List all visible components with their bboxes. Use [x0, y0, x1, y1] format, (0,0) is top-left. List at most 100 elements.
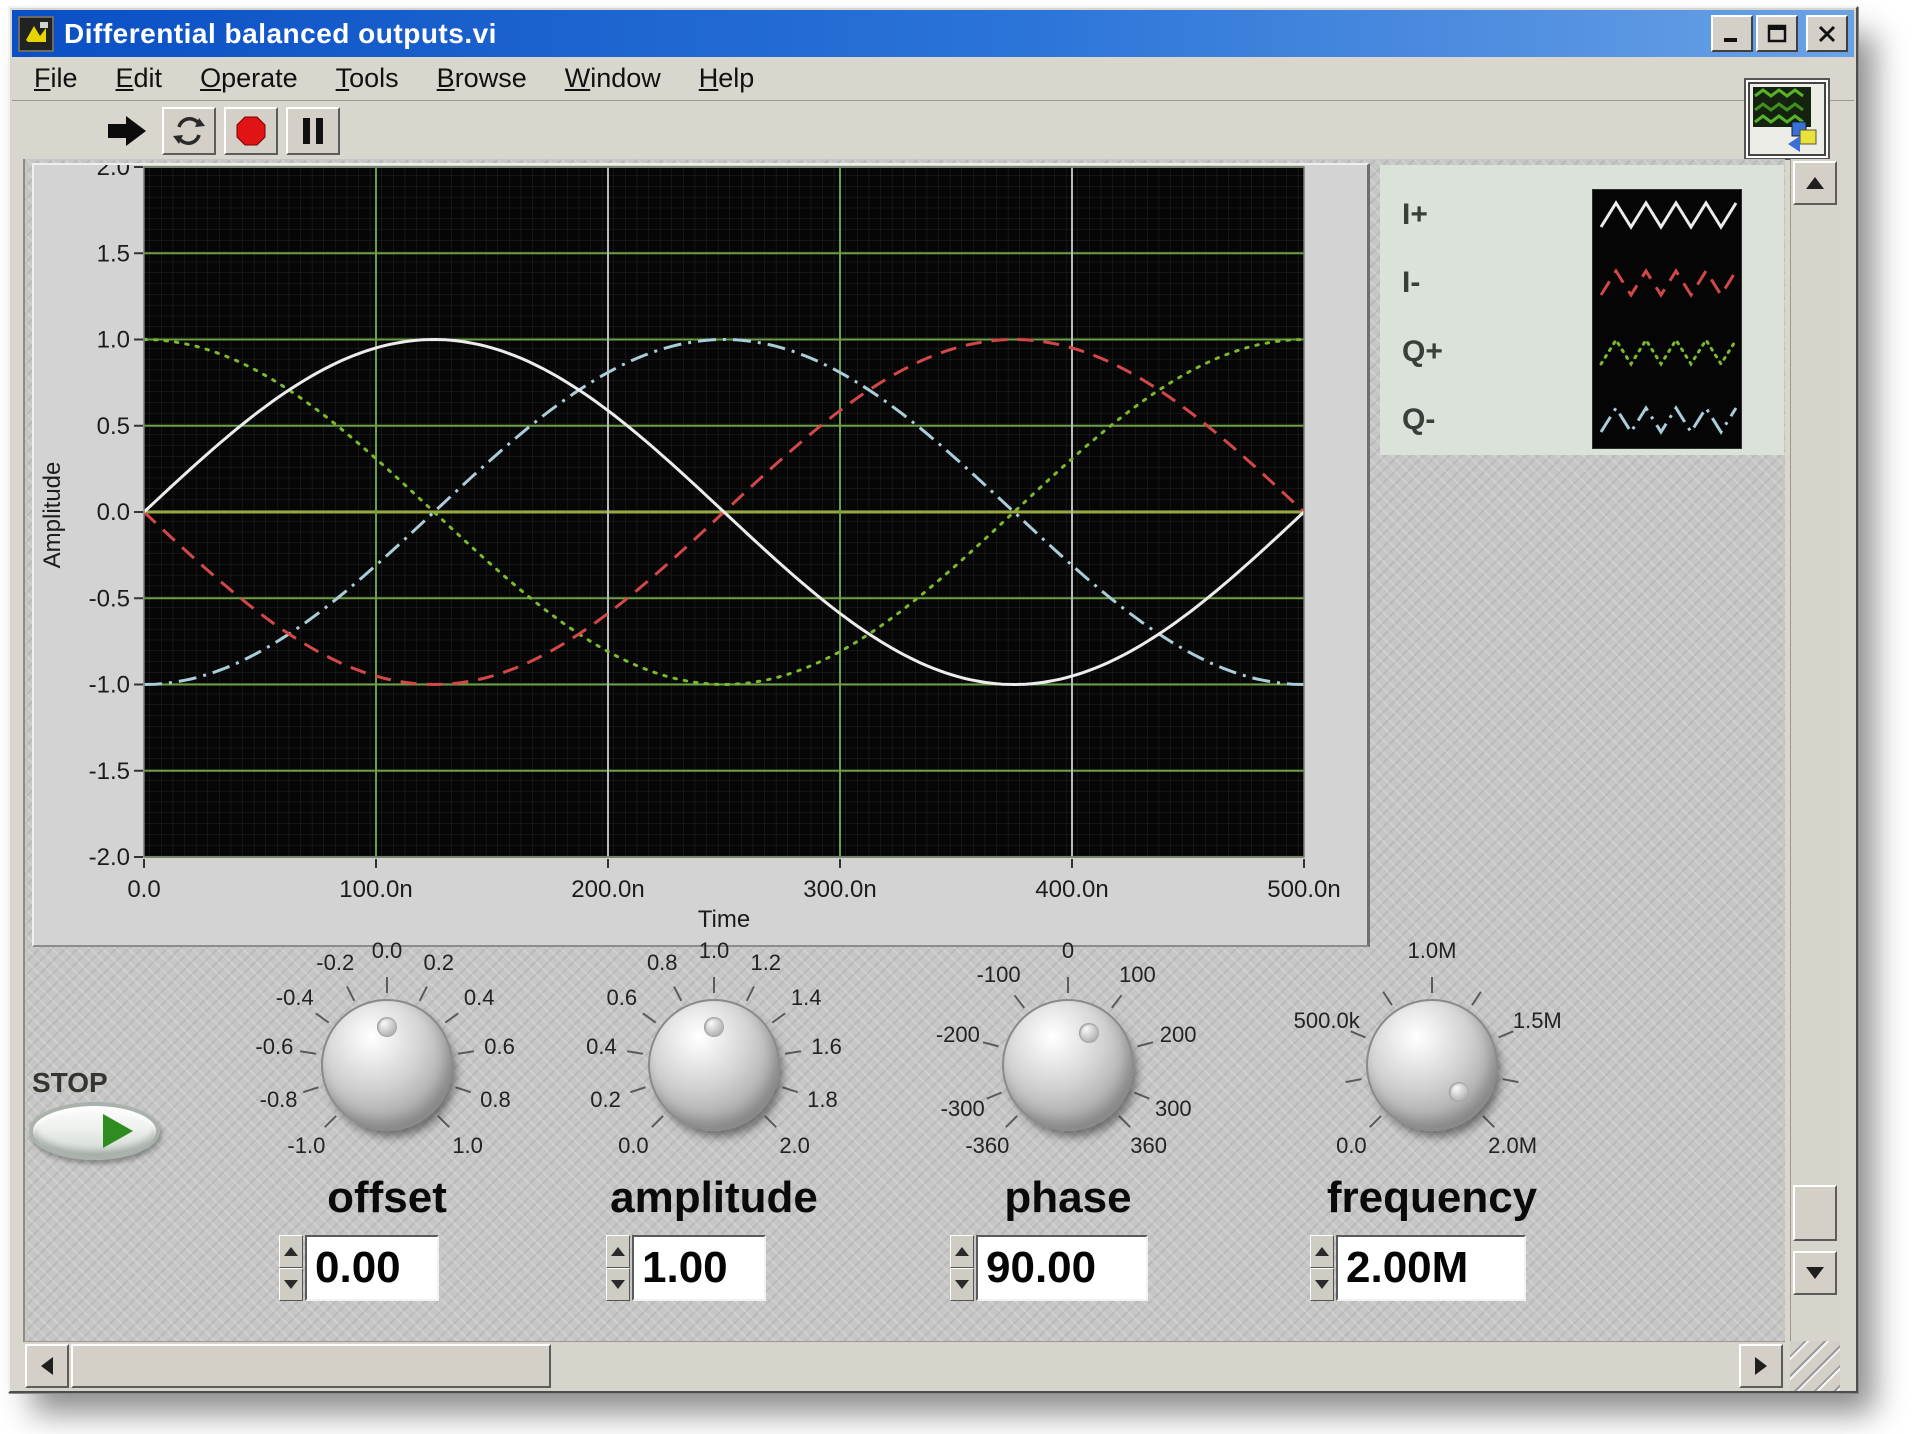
phase-scale-200: 200 [1160, 1022, 1197, 1048]
screenshot-page: Differential balanced outputs.vi File Ed… [0, 0, 1920, 1434]
phase-knob-ball[interactable] [1002, 999, 1134, 1131]
amplitude-scale-1.2: 1.2 [750, 950, 781, 976]
offset-scale--0.8: -0.8 [260, 1087, 298, 1113]
menu-help[interactable]: Help [699, 63, 755, 94]
menu-file[interactable]: File [34, 63, 78, 94]
phase-scale--360: -360 [965, 1133, 1009, 1159]
svg-text:-1.5: -1.5 [89, 758, 130, 785]
frequency-knob-label: frequency [1282, 1173, 1582, 1223]
knob-tick [1498, 1030, 1514, 1038]
minimize-icon [1721, 24, 1743, 44]
phase-knob[interactable]: -360-300-200-1000100200300360 [918, 935, 1218, 1205]
run-continuously-button[interactable] [162, 107, 216, 155]
menu-edit[interactable]: Edit [116, 63, 163, 94]
knob-tick [1382, 991, 1393, 1005]
offset-knob-unit: -1.0-0.8-0.6-0.4-0.20.00.20.40.60.81.0 o… [237, 935, 537, 1343]
legend-item-q-minus[interactable]: Q- [1402, 403, 1435, 437]
frequency-decrement-button[interactable] [1310, 1268, 1334, 1301]
maximize-icon [1766, 24, 1788, 44]
toolbar [12, 102, 1854, 159]
legend-item-i-plus[interactable]: I+ [1402, 198, 1428, 232]
offset-scale-1.0: 1.0 [452, 1133, 483, 1159]
close-button[interactable] [1806, 15, 1848, 52]
amplitude-scale-0.6: 0.6 [606, 985, 637, 1011]
menu-bar: File Edit Operate Tools Browse Window He… [12, 57, 1854, 101]
horizontal-scrollbar[interactable] [23, 1341, 1785, 1391]
abort-button[interactable] [224, 107, 278, 155]
vertical-scroll-thumb[interactable] [1793, 1185, 1837, 1241]
vertical-scrollbar[interactable] [1790, 159, 1840, 1341]
knob-tick [785, 1050, 801, 1054]
amplitude-decrement-button[interactable] [606, 1268, 630, 1301]
pause-button[interactable] [286, 107, 340, 155]
frequency-knob[interactable]: 0.0500.0k1.0M1.5M2.0M [1282, 935, 1582, 1205]
front-panel: 2.01.51.00.50.0-0.5-1.0-1.5-2.00.0100.0n… [23, 159, 1785, 1343]
offset-scale--0.4: -0.4 [276, 985, 314, 1011]
knob-tick [419, 986, 428, 1001]
menu-browse[interactable]: Browse [437, 63, 527, 94]
amplitude-knob[interactable]: 0.00.20.40.60.81.01.21.41.61.82.0 [564, 935, 864, 1205]
amplitude-knob-unit: 0.00.20.40.60.81.01.21.41.61.82.0 amplit… [564, 935, 864, 1343]
knob-tick [1471, 991, 1482, 1005]
frequency-knob-ball[interactable] [1366, 999, 1498, 1131]
knob-tick [782, 1086, 798, 1093]
amplitude-scale-0.4: 0.4 [586, 1034, 617, 1060]
offset-knob[interactable]: -1.0-0.8-0.6-0.4-0.20.00.20.40.60.81.0 [237, 935, 537, 1205]
knob-tick [986, 1092, 1002, 1100]
amplitude-scale-0.8: 0.8 [647, 950, 678, 976]
frequency-value-field[interactable]: 2.00M [1336, 1235, 1526, 1301]
knob-tick [324, 1115, 337, 1128]
scroll-right-button[interactable] [1739, 1344, 1783, 1388]
run-button[interactable] [100, 107, 154, 155]
scroll-down-icon [1806, 1267, 1824, 1279]
stop-label: STOP [32, 1067, 108, 1099]
vi-titlebar-icon [18, 16, 54, 52]
labview-vi-window: Differential balanced outputs.vi File Ed… [8, 6, 1858, 1393]
minimize-button[interactable] [1711, 15, 1753, 52]
scroll-up-button[interactable] [1793, 161, 1837, 205]
amplitude-value-field[interactable]: 1.00 [632, 1235, 766, 1301]
legend-sample-Q- [1601, 408, 1736, 432]
phase-scale-360: 360 [1130, 1133, 1167, 1159]
vi-icon [1744, 78, 1830, 160]
knob-tick [651, 1115, 664, 1128]
menu-tools[interactable]: Tools [336, 63, 399, 94]
scroll-left-button[interactable] [25, 1344, 69, 1388]
offset-scale-0.0: 0.0 [372, 938, 403, 964]
knob-tick [1118, 1115, 1131, 1128]
frequency-scale-0.0: 0.0 [1336, 1133, 1367, 1159]
phase-decrement-button[interactable] [950, 1268, 974, 1301]
resize-grip[interactable] [1790, 1341, 1840, 1391]
horizontal-scroll-thumb[interactable] [71, 1344, 551, 1388]
legend-sample-Q+ [1601, 340, 1736, 364]
amplitude-scale-1.0: 1.0 [699, 938, 730, 964]
phase-value-field[interactable]: 90.00 [976, 1235, 1148, 1301]
amplitude-increment-button[interactable] [606, 1235, 630, 1268]
knob-tick [458, 1050, 474, 1054]
offset-value-field[interactable]: 0.00 [305, 1235, 439, 1301]
knob-tick [1014, 995, 1025, 1009]
plot-legend: I+ I- Q+ Q- [1380, 165, 1784, 455]
phase-scale-300: 300 [1155, 1096, 1192, 1122]
menu-operate[interactable]: Operate [200, 63, 298, 94]
offset-scale-0.6: 0.6 [484, 1034, 515, 1060]
scroll-down-button[interactable] [1793, 1251, 1837, 1295]
knob-tick [983, 1041, 999, 1047]
maximize-button[interactable] [1756, 15, 1798, 52]
legend-item-q-plus[interactable]: Q+ [1402, 335, 1443, 369]
svg-text:0.5: 0.5 [97, 413, 130, 440]
offset-increment-button[interactable] [279, 1235, 303, 1268]
amplitude-knob-label: amplitude [564, 1173, 864, 1223]
amplitude-scale-1.6: 1.6 [811, 1034, 842, 1060]
phase-increment-button[interactable] [950, 1235, 974, 1268]
legend-line-samples [1592, 189, 1742, 449]
menu-window[interactable]: Window [565, 63, 661, 94]
window-title: Differential balanced outputs.vi [64, 18, 1708, 50]
svg-text:0.0: 0.0 [97, 499, 130, 526]
legend-item-i-minus[interactable]: I- [1402, 266, 1420, 300]
offset-decrement-button[interactable] [279, 1268, 303, 1301]
knob-tick [455, 1086, 471, 1093]
frequency-increment-button[interactable] [1310, 1235, 1334, 1268]
stop-button[interactable] [29, 1102, 160, 1160]
offset-scale--0.6: -0.6 [255, 1034, 293, 1060]
